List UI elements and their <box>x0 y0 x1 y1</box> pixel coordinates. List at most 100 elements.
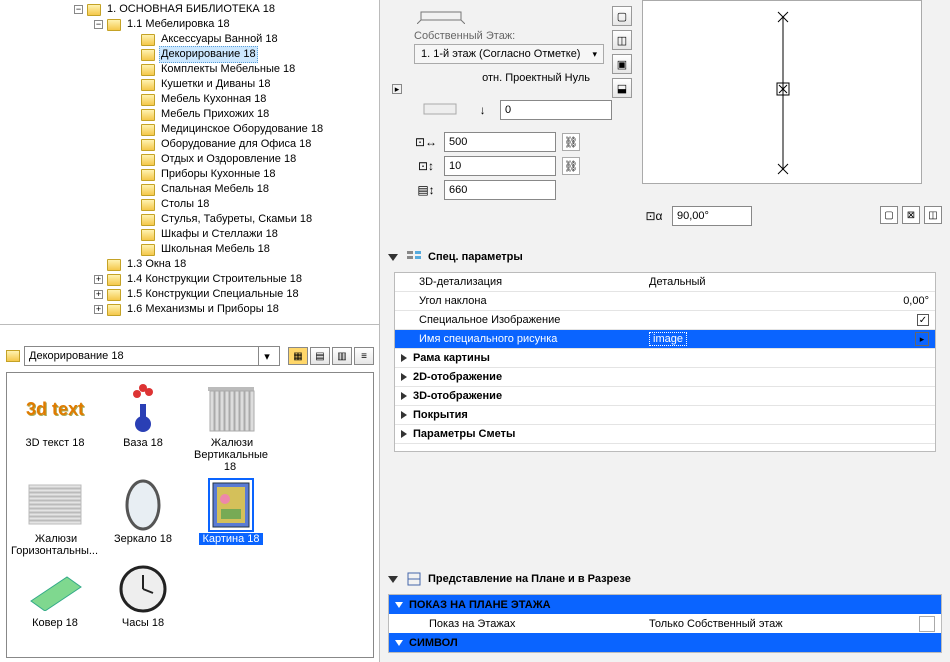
tree-item[interactable]: Комплекты Мебельные 18 <box>159 62 297 77</box>
gallery-item[interactable]: 3d text3D текст 18 <box>11 377 99 473</box>
group-estimates[interactable]: Параметры Сметы <box>395 425 935 444</box>
tool-2d-icon[interactable]: ▢ <box>612 6 632 26</box>
expand-icon[interactable]: + <box>94 290 103 299</box>
library-tree[interactable]: − 1. ОСНОВНАЯ БИБЛИОТЕКА 18 − 1.1 Мебели… <box>0 0 380 325</box>
tree-item[interactable]: 1.6 Механизмы и Приборы 18 <box>125 302 281 317</box>
mirror-x-button[interactable]: ▢ <box>880 206 898 224</box>
depth-icon: ▤↕ <box>414 181 438 199</box>
width-icon: ⊡↔ <box>414 133 438 151</box>
path-label: Декорирование 18 <box>29 350 124 362</box>
expand-icon[interactable]: + <box>94 305 103 314</box>
collapse-icon[interactable]: − <box>94 20 103 29</box>
depth-input[interactable] <box>444 180 556 200</box>
chain-icon[interactable]: ⛓ <box>562 157 580 175</box>
floor-options-button[interactable] <box>919 616 935 632</box>
tree-item[interactable]: Столы 18 <box>159 197 211 212</box>
folder-icon <box>141 139 155 151</box>
chevron-down-icon: ▾ <box>592 49 597 60</box>
chain-icon[interactable]: ⛓ <box>562 133 580 151</box>
gallery-item[interactable]: Картина 18 <box>187 473 275 557</box>
tree-root[interactable]: 1. ОСНОВНАЯ БИБЛИОТЕКА 18 <box>105 2 277 17</box>
width-input[interactable] <box>444 132 556 152</box>
spec-params-table[interactable]: 3D-детализацияДетальный Угол наклона0,00… <box>394 272 936 452</box>
tree-item[interactable]: Кушетки и Диваны 18 <box>159 77 272 92</box>
height-input[interactable] <box>444 156 556 176</box>
special-image-checkbox[interactable]: ✓ <box>917 314 929 326</box>
folder-icon <box>141 34 155 46</box>
z-icon: ↓ <box>471 101 494 119</box>
browse-button[interactable]: ▸ <box>915 332 929 346</box>
gallery-item[interactable]: Жалюзи Горизонтальны... <box>11 473 99 557</box>
tree-item[interactable]: 1.4 Конструкции Строительные 18 <box>125 272 304 287</box>
folder-icon <box>141 124 155 136</box>
angle-input[interactable] <box>672 206 752 226</box>
ref-arrow-button[interactable]: ▸ <box>392 84 402 94</box>
object-gallery[interactable]: 3d text3D текст 18Ваза 18Жалюзи Вертикал… <box>6 372 374 658</box>
story-combo[interactable]: 1. 1-й этаж (Согласно Отметке) ▾ <box>414 44 604 64</box>
group-surfaces[interactable]: Покрытия <box>395 406 935 425</box>
tree-furniture[interactable]: 1.1 Мебелировка 18 <box>125 17 232 32</box>
folder-icon <box>87 4 101 16</box>
plan-params[interactable]: ПОКАЗ НА ПЛАНЕ ЭТАЖА Показ на ЭтажахТоль… <box>388 594 942 653</box>
collapse-icon[interactable] <box>388 254 398 261</box>
chevron-down-icon[interactable]: ▾ <box>258 346 275 366</box>
mirror-z-button[interactable]: ◫ <box>924 206 942 224</box>
angle-icon: ⊡α <box>642 207 666 225</box>
plan-icon <box>406 571 422 587</box>
group-3d[interactable]: 3D-отображение <box>395 387 935 406</box>
gallery-item[interactable]: Жалюзи Вертикальные 18 <box>187 377 275 473</box>
spec-section-header[interactable]: Спец. параметры <box>388 246 942 268</box>
collapse-icon[interactable]: − <box>74 5 83 14</box>
plan-section-header[interactable]: Представление на Плане и в Разрезе <box>388 568 942 590</box>
folder-icon <box>107 289 121 301</box>
tree-item[interactable]: Декорирование 18 <box>159 46 258 63</box>
tree-item[interactable]: Отдых и Оздоровление 18 <box>159 152 298 167</box>
tree-item[interactable]: 1.5 Конструкции Специальные 18 <box>125 287 301 302</box>
tree-item[interactable]: Медицинское Оборудование 18 <box>159 122 325 137</box>
folder-icon <box>141 79 155 91</box>
gallery-item[interactable]: Зеркало 18 <box>99 473 187 557</box>
tool-section-icon[interactable]: ⬓ <box>612 78 632 98</box>
folder-icon <box>141 169 155 181</box>
collapse-icon[interactable] <box>388 576 398 583</box>
tree-item[interactable]: 1.3 Окна 18 <box>125 257 188 272</box>
expand-icon[interactable]: + <box>94 275 103 284</box>
tree-item[interactable]: Шкафы и Стеллажи 18 <box>159 227 280 242</box>
gallery-item[interactable]: Ковер 18 <box>11 557 99 629</box>
group-frame[interactable]: Рама картины <box>395 349 935 368</box>
tree-item[interactable]: Мебель Кухонная 18 <box>159 92 268 107</box>
folder-icon <box>107 274 121 286</box>
tree-item[interactable]: Аксессуары Ванной 18 <box>159 32 280 47</box>
tree-item[interactable]: Стулья, Табуреты, Скамьи 18 <box>159 212 314 227</box>
view-medium-button[interactable]: ▤ <box>310 347 330 365</box>
folder-icon <box>141 154 155 166</box>
tree-item[interactable]: Приборы Кухонные 18 <box>159 167 278 182</box>
folder-icon <box>141 199 155 211</box>
view-small-button[interactable]: ▥ <box>332 347 352 365</box>
spec-row-image-name[interactable]: Имя специального рисунка image ▸ <box>395 330 935 349</box>
tree-item[interactable]: Мебель Прихожих 18 <box>159 107 271 122</box>
story-label: Собственный Этаж: <box>414 30 612 42</box>
plan-group-floor[interactable]: ПОКАЗ НА ПЛАНЕ ЭТАЖА <box>389 595 941 614</box>
folder-icon <box>107 304 121 316</box>
view-thumbs-button[interactable]: ▦ <box>288 347 308 365</box>
folder-icon <box>107 19 121 31</box>
height-icon: ⊡↕ <box>414 157 438 175</box>
gallery-item[interactable]: Часы 18 <box>99 557 187 629</box>
group-2d[interactable]: 2D-отображение <box>395 368 935 387</box>
folder-icon <box>141 214 155 226</box>
folder-icon <box>141 244 155 256</box>
view-list-button[interactable]: ≡ <box>354 347 374 365</box>
params-icon <box>406 249 422 265</box>
gallery-item[interactable]: Ваза 18 <box>99 377 187 473</box>
z-input[interactable] <box>500 100 612 120</box>
mirror-y-button[interactable]: ⊠ <box>902 206 920 224</box>
plan-group-symbol[interactable]: СИМВОЛ <box>389 633 941 652</box>
path-combo[interactable]: Декорирование 18 ▾ <box>24 346 280 366</box>
tree-item[interactable]: Оборудование для Офиса 18 <box>159 137 313 152</box>
tool-cube-icon[interactable]: ▣ <box>612 54 632 74</box>
tree-item[interactable]: Школьная Мебель 18 <box>159 242 272 257</box>
tool-3d-icon[interactable]: ◫ <box>612 30 632 50</box>
tree-item[interactable]: Спальная Мебель 18 <box>159 182 271 197</box>
folder-icon <box>6 350 20 362</box>
